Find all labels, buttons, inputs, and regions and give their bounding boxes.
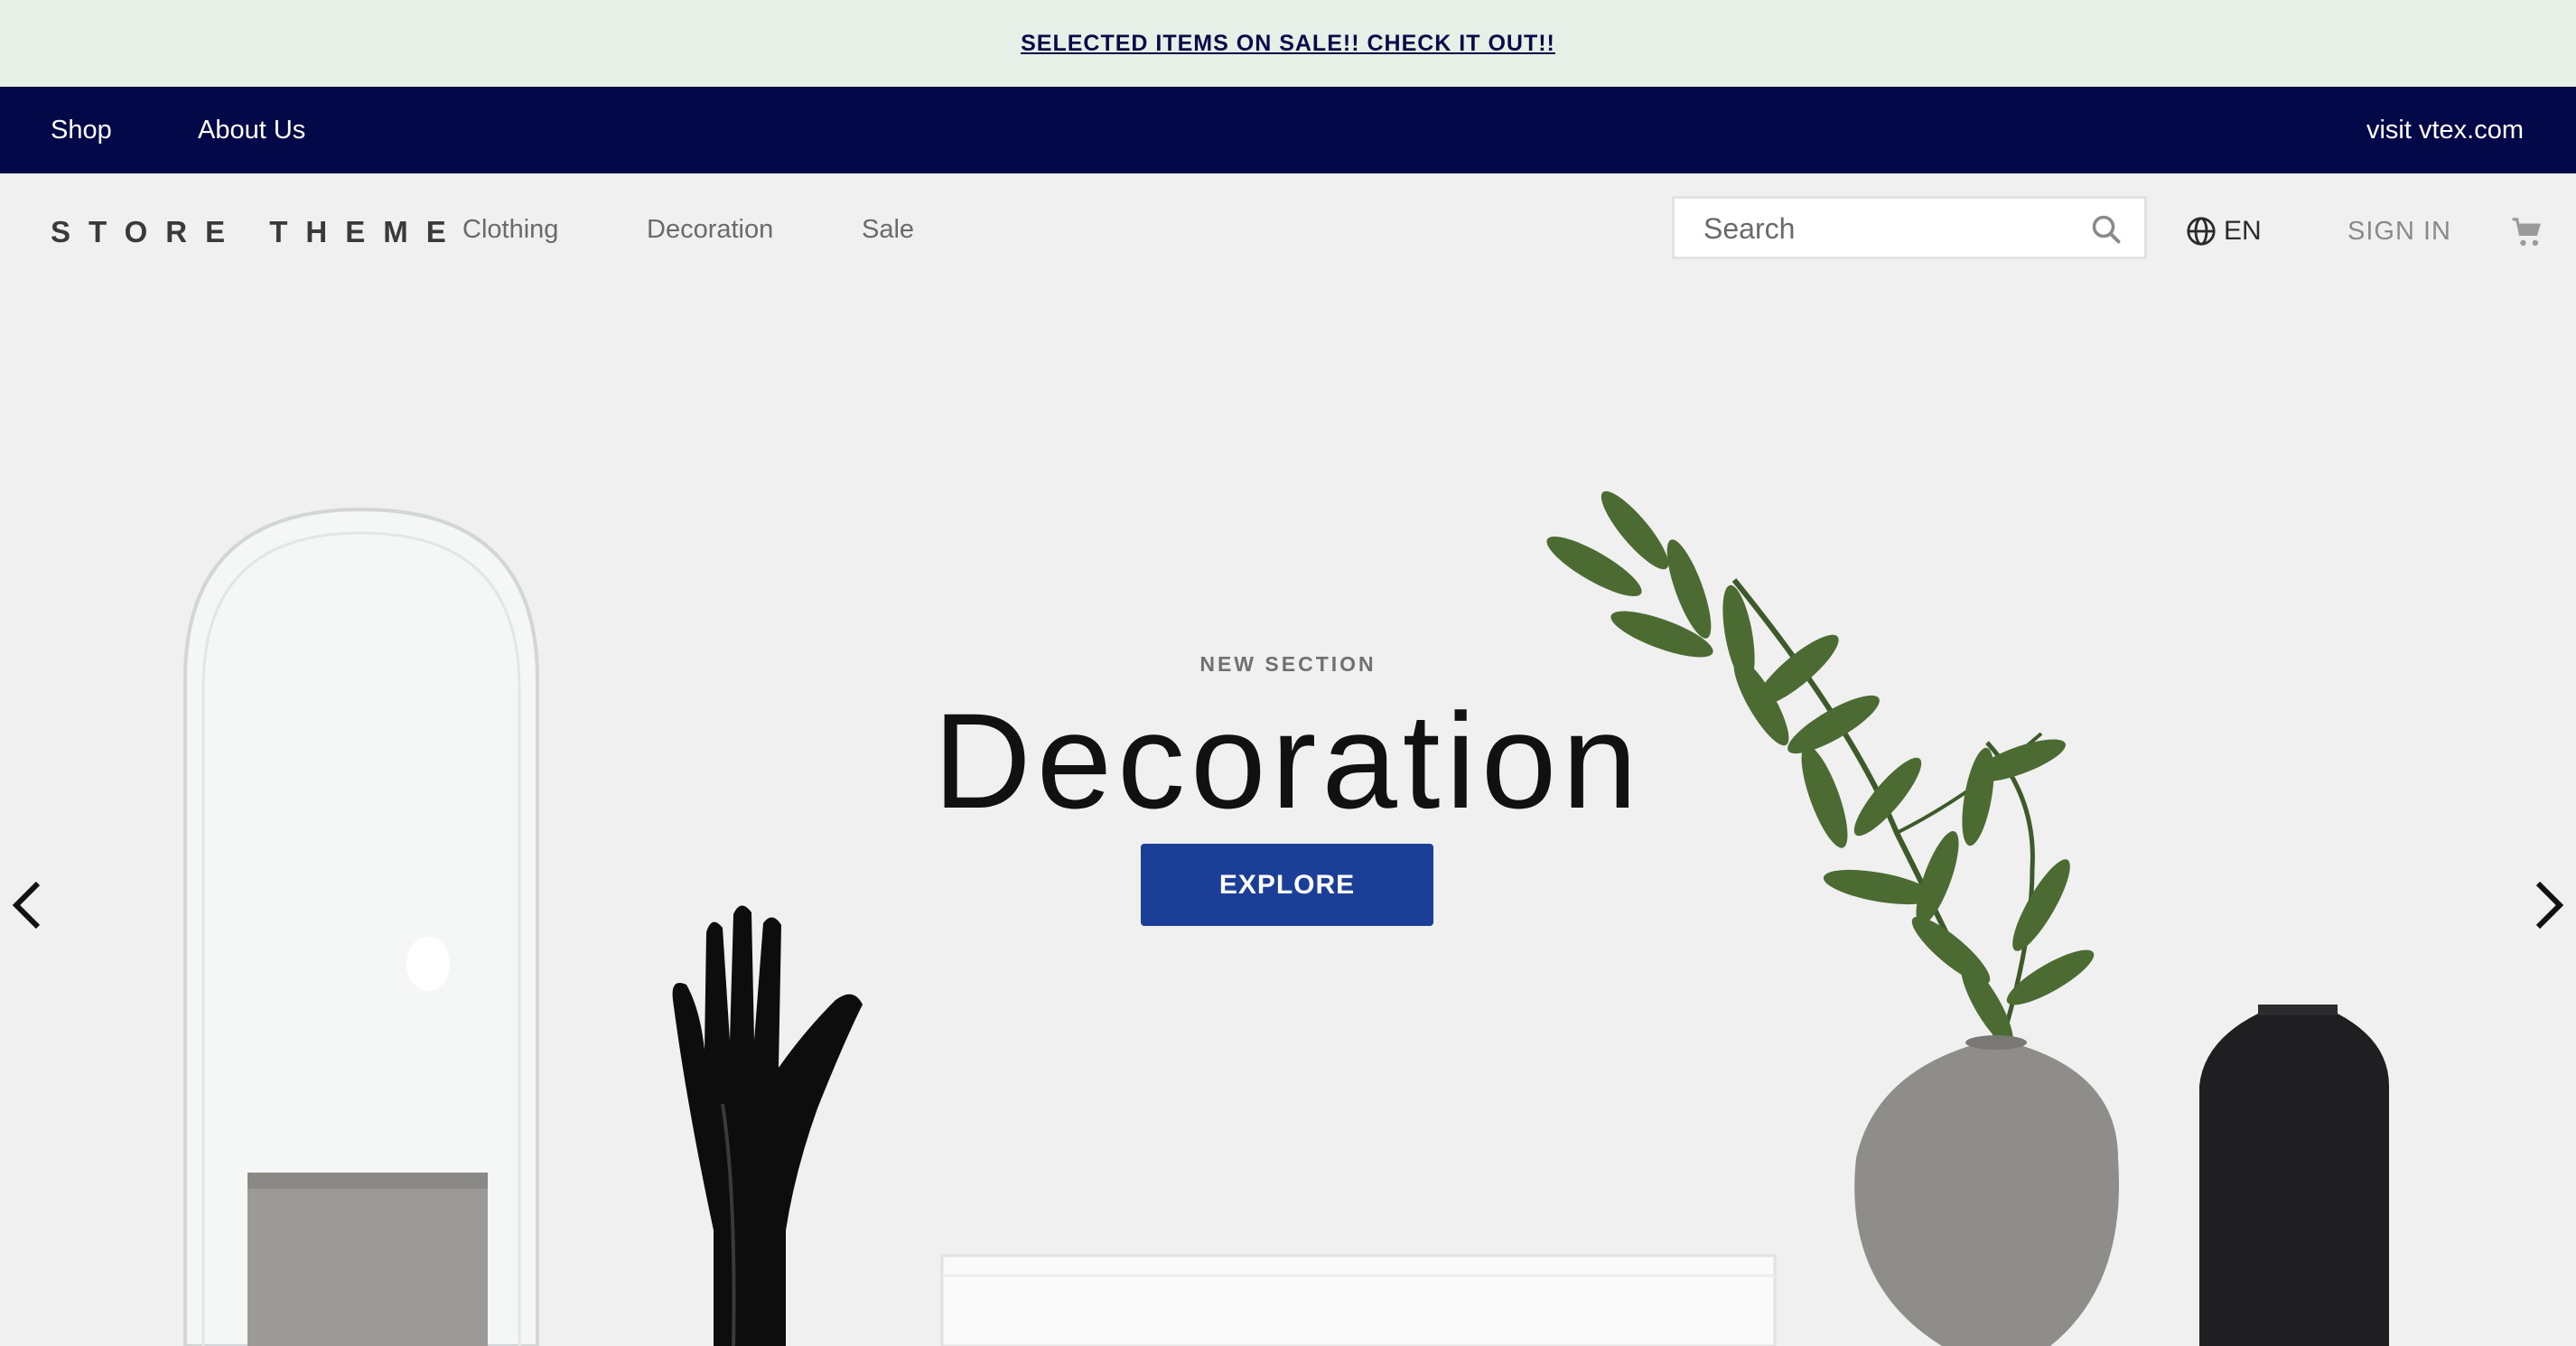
main-header: STORE THEME Clothing Decoration Sale EN … [0, 173, 2576, 291]
category-decoration[interactable]: Decoration [647, 215, 773, 245]
category-clothing[interactable]: Clothing [462, 215, 558, 245]
language-label: EN [2224, 216, 2262, 246]
nav-item-about-us[interactable]: About Us [198, 87, 305, 173]
cart-icon[interactable] [2511, 215, 2545, 249]
chevron-left-icon[interactable] [9, 878, 45, 932]
top-nav: Shop About Us visit vtex.com [0, 87, 2576, 173]
hero-banner: NEW SECTION Decoration EXPLORE [0, 291, 2576, 1346]
hero-eyebrow: NEW SECTION [1199, 652, 1377, 676]
language-selector[interactable]: EN [2186, 213, 2262, 249]
external-vtex-link[interactable]: visit vtex.com [2366, 87, 2524, 173]
promo-link[interactable]: SELECTED ITEMS ON SALE!! CHECK IT OUT!! [1021, 31, 1555, 57]
category-sale[interactable]: Sale [862, 215, 914, 245]
search-box [1672, 196, 2147, 259]
chevron-right-icon[interactable] [2531, 878, 2567, 932]
store-logo[interactable]: STORE THEME [51, 215, 464, 249]
explore-button[interactable]: EXPLORE [1141, 844, 1433, 926]
promo-bar: SELECTED ITEMS ON SALE!! CHECK IT OUT!! [0, 0, 2576, 87]
sign-in-link[interactable]: SIGN IN [2347, 217, 2451, 247]
hero-headline: Decoration [933, 685, 1643, 837]
globe-icon [2187, 217, 2216, 246]
search-input[interactable] [1702, 208, 2067, 249]
nav-item-shop[interactable]: Shop [51, 87, 112, 173]
search-icon[interactable] [2090, 213, 2123, 246]
